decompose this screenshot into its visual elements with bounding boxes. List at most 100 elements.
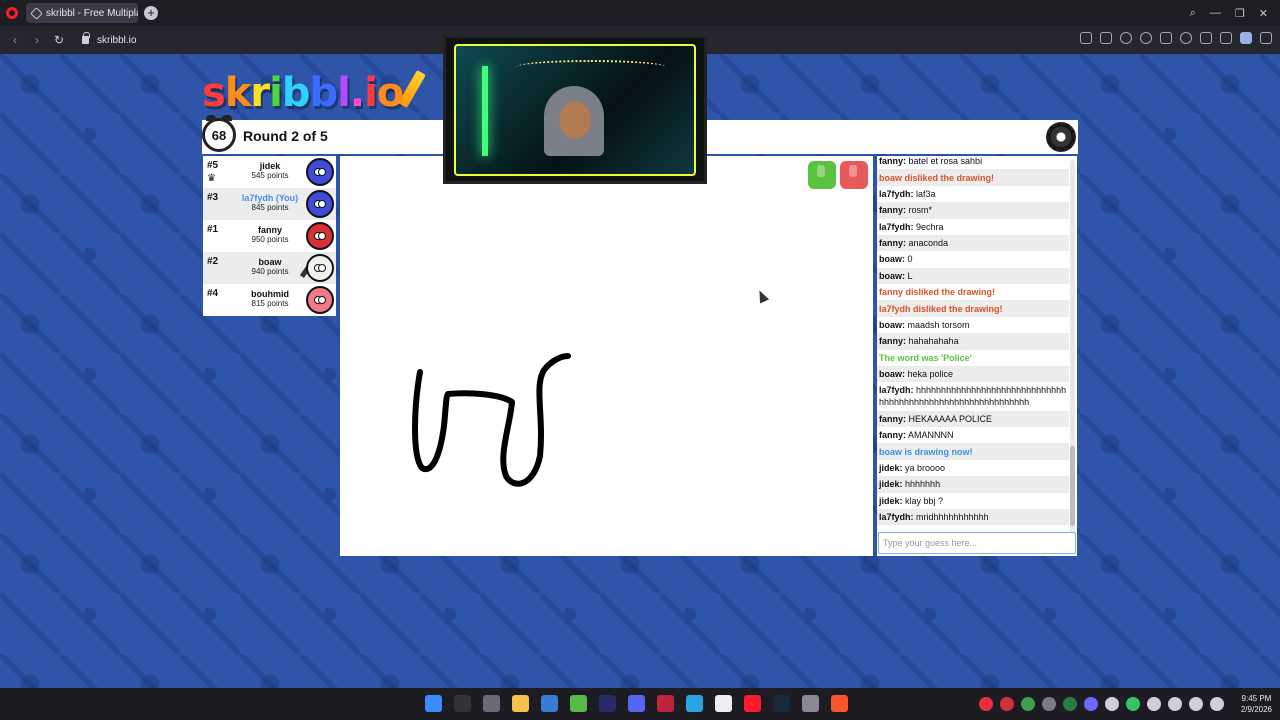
thumbs-down-icon[interactable] (840, 161, 868, 189)
windows-start-icon[interactable] (425, 695, 442, 712)
browser-tab[interactable]: skribbl - Free Multiplayer (26, 3, 138, 23)
menu-icon[interactable] (1220, 32, 1232, 44)
tray-icon[interactable] (1021, 697, 1035, 711)
chat-system-text: boaw is drawing now! (879, 446, 973, 457)
tray-icon[interactable] (1126, 697, 1140, 711)
chat-messages: fanny: batel et rosa sahbi boaw disliked … (877, 156, 1069, 526)
extensions-icon[interactable] (1260, 32, 1272, 44)
xbox-icon[interactable] (570, 695, 587, 712)
chat-message: fanny: HEKAAAAA POLICE (877, 410, 1069, 427)
player-row[interactable]: #3 la7fydh (You) 845 points (203, 188, 336, 220)
chat-message: fanny disliked the drawing! (877, 284, 1069, 300)
chat-username: jidek: (879, 495, 903, 506)
player-rank: #1 (207, 224, 219, 235)
player-list: #5 ♛ jidek 545 points #3 la7fydh (You) 84… (203, 156, 336, 316)
steam-2-icon[interactable] (802, 695, 819, 712)
player-avatar (306, 222, 334, 250)
player-icon[interactable] (1160, 32, 1172, 44)
chat-username: la7fydh: (879, 221, 914, 232)
reload-button[interactable]: ↻ (52, 33, 66, 47)
new-tab-button[interactable]: + (144, 6, 158, 20)
premiere-icon[interactable] (599, 695, 616, 712)
chat-message: boaw: maadsh torsom (877, 317, 1069, 333)
edit-icon[interactable] (1080, 32, 1092, 44)
vivaldi-icon[interactable] (657, 695, 674, 712)
system-tray (979, 697, 1224, 711)
tray-icon[interactable] (1042, 697, 1056, 711)
guess-input[interactable] (878, 532, 1076, 554)
maximize-button[interactable]: ❐ (1235, 7, 1245, 20)
tray-icon[interactable] (1147, 697, 1161, 711)
tray-icon[interactable] (1189, 697, 1203, 711)
player-row[interactable]: #1 fanny 950 points (203, 220, 336, 252)
heart-icon[interactable] (1180, 32, 1192, 44)
back-button[interactable]: ‹ (8, 33, 22, 47)
chat-message: fanny: anaconda (877, 234, 1069, 252)
chat-text: maadsh torsom (907, 319, 970, 330)
opera-icon[interactable] (744, 695, 761, 712)
chat-text: 9echra (916, 221, 944, 232)
player-points: 545 points (251, 171, 289, 180)
tray-icon[interactable] (979, 697, 993, 711)
round-label: Round 2 of 5 (243, 128, 328, 144)
profile-icon[interactable] (1240, 32, 1252, 44)
chat-system-text: la7fydh disliked the drawing! (879, 303, 1003, 314)
player-points: 940 points (251, 267, 289, 276)
tray-icon[interactable] (1000, 697, 1014, 711)
chat-scrollbar-thumb[interactable] (1070, 446, 1075, 526)
chat-message: boaw is drawing now! (877, 443, 1069, 460)
tray-icon[interactable] (1168, 697, 1182, 711)
chat-message: fanny: rosm* (877, 202, 1069, 219)
chat-username: jidek: (879, 479, 903, 490)
file-explorer-icon[interactable] (512, 695, 529, 712)
system-clock[interactable]: 9:45 PM 2/9/2026 (1241, 693, 1272, 715)
browser-tab-bar: skribbl - Free Multiplayer + ⌕ — ❐ ✕ (0, 0, 1280, 26)
opera-logo-icon[interactable] (6, 7, 18, 19)
url-field[interactable]: skribbl.io (82, 32, 136, 46)
player-name: boaw (258, 257, 282, 267)
steam-icon[interactable] (773, 695, 790, 712)
chat-system-text: fanny disliked the drawing! (879, 287, 996, 298)
logo-letter: i (364, 70, 378, 116)
chat-message: fanny: hahahahaha (877, 333, 1069, 350)
clock-date: 2/9/2026 (1240, 705, 1272, 714)
player-avatar (306, 158, 334, 186)
drawing-canvas[interactable] (340, 156, 873, 556)
davinci-icon[interactable] (483, 695, 500, 712)
player-row[interactable]: #4 bouhmid 815 points (203, 284, 336, 316)
chat-text: rosm* (908, 205, 933, 216)
tray-icon[interactable] (1084, 697, 1098, 711)
close-button[interactable]: ✕ (1259, 7, 1268, 20)
vpn-icon[interactable] (1140, 32, 1152, 44)
player-rank: #5 (207, 160, 219, 171)
brave-icon[interactable] (831, 695, 848, 712)
minimize-button[interactable]: — (1210, 7, 1221, 19)
telegram-icon[interactable] (686, 695, 703, 712)
obs-icon[interactable] (715, 695, 732, 712)
camera-icon[interactable] (1100, 32, 1112, 44)
tray-icon[interactable] (1210, 697, 1224, 711)
chat-message: fanny: AMANNNN (877, 427, 1069, 443)
discord-icon[interactable] (628, 695, 645, 712)
search-icon[interactable]: ⌕ (1190, 7, 1196, 20)
player-row[interactable]: #2 boaw 940 points (203, 252, 336, 284)
logo-letter: i (269, 70, 283, 116)
drawing-strokes (412, 353, 571, 487)
settings-gear-icon[interactable] (1046, 122, 1076, 152)
shield-icon[interactable] (1120, 32, 1132, 44)
timer-clock-icon: 68 (202, 115, 236, 152)
chat-username: fanny: (879, 205, 906, 216)
player-row[interactable]: #5 ♛ jidek 545 points (203, 156, 336, 188)
drawing-stroke (412, 353, 571, 487)
chat-message: la7fydh: laf3a (877, 186, 1069, 202)
player-info: la7fydh (You) 845 points (231, 193, 309, 212)
app-l-icon[interactable] (541, 695, 558, 712)
logo-letter: b (281, 70, 311, 116)
download-icon[interactable] (1200, 32, 1212, 44)
forward-button[interactable]: › (30, 33, 44, 47)
logo-letter: l (337, 70, 351, 116)
tray-icon[interactable] (1105, 697, 1119, 711)
thumbs-up-icon[interactable] (808, 161, 836, 189)
tray-icon[interactable] (1063, 697, 1077, 711)
epic-games-icon[interactable] (454, 695, 471, 712)
